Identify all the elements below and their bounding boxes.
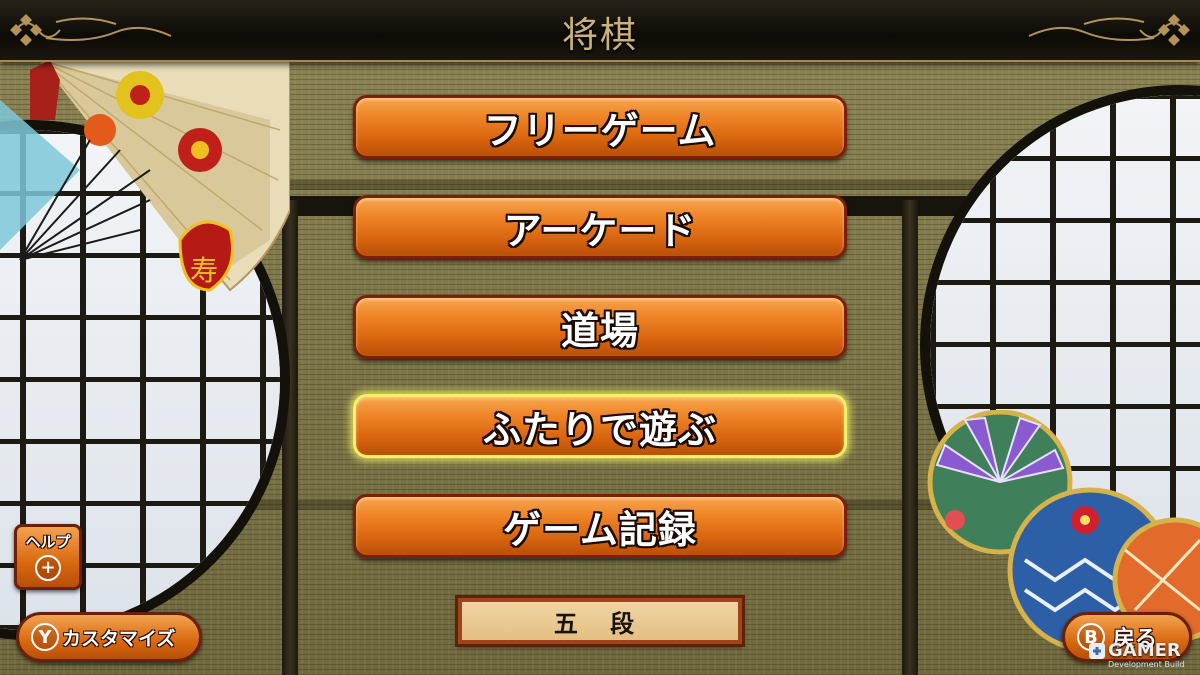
- menu-item-label: ゲーム記録: [503, 507, 697, 552]
- menu-game-record-button[interactable]: ゲーム記録: [353, 494, 847, 558]
- menu-two-player-button[interactable]: ふたりで遊ぶ: [353, 394, 847, 458]
- svg-text:寿: 寿: [190, 254, 218, 287]
- watermark-sub: Development Build: [1108, 660, 1185, 669]
- customize-label: カスタマイズ: [62, 627, 176, 650]
- menu-item-label: 道場: [560, 308, 639, 353]
- help-button[interactable]: ヘルプ +: [14, 524, 82, 590]
- title-bar: 将棋: [0, 0, 1200, 62]
- menu-arcade-button[interactable]: アーケード: [353, 195, 847, 259]
- customize-button[interactable]: Y カスタマイズ: [16, 612, 202, 662]
- menu-free-game-button[interactable]: フリーゲーム: [353, 95, 847, 159]
- game-screen: 寿 将棋 フリーゲーム アーケード 道場 ふたりで遊ぶ ゲーム記録 五 段 ヘル…: [0, 0, 1200, 675]
- rank-text: 五 段: [553, 608, 647, 638]
- gamer-watermark: GAMER Development Build: [1086, 640, 1196, 672]
- rank-plaque: 五 段: [458, 598, 742, 644]
- gamer-logo-icon: [1089, 643, 1105, 659]
- ornament-right-icon: [1028, 14, 1190, 46]
- menu-dojo-button[interactable]: 道場: [353, 295, 847, 359]
- wooden-pillar: [902, 200, 918, 675]
- y-button-icon: Y: [31, 623, 59, 651]
- menu-item-label: アーケード: [503, 208, 697, 253]
- help-label: ヘルプ: [25, 533, 71, 551]
- menu-item-label: フリーゲーム: [483, 108, 717, 153]
- page-title: 将棋: [561, 15, 638, 56]
- plus-icon: +: [35, 555, 61, 581]
- menu-item-label: ふたりで遊ぶ: [482, 407, 717, 452]
- watermark-brand: GAMER: [1108, 640, 1181, 661]
- folding-fan-decoration: 寿: [0, 60, 290, 292]
